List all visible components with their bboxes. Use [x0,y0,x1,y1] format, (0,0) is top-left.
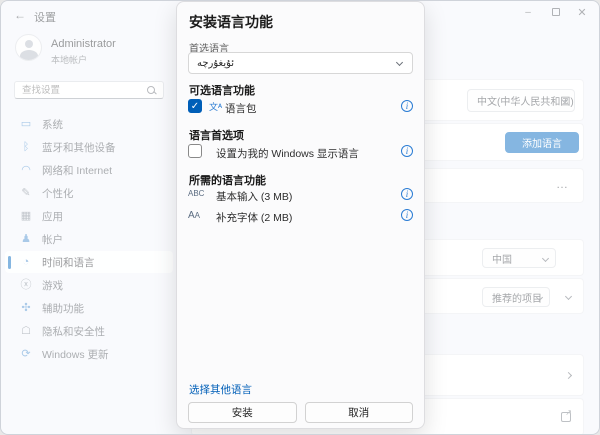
language-pack-label: 语言包 [225,101,257,116]
basic-typing-icon: ABC [188,189,204,198]
optional-features-heading: 可选语言功能 [189,82,255,98]
supplemental-fonts-row: AA 补充字体 (2 MB) i [188,207,414,225]
chevron-down-icon [396,59,403,66]
cancel-button[interactable]: 取消 [305,402,414,423]
info-icon[interactable]: i [401,145,413,157]
info-icon[interactable]: i [401,100,413,112]
preferred-language-dropdown[interactable]: ئۇيغۇرچە [188,52,413,74]
language-pack-checkbox[interactable]: ✓ [188,99,202,113]
choose-other-language-link[interactable]: 选择其他语言 [189,382,252,397]
settings-window: ← 设置 – ✕ Administrator 本地帐户 系统 蓝牙和其他设备 [0,0,600,435]
preferred-language-value: ئۇيغۇرچە [197,58,234,69]
install-button[interactable]: 安装 [188,402,297,423]
font-glyph-large: A [188,210,195,221]
language-pack-row: ✓ 文ᴬ 语言包 i [188,98,414,116]
info-icon[interactable]: i [401,188,413,200]
basic-typing-label: 基本输入 (3 MB) [216,189,292,204]
supplemental-fonts-icon: AA [188,210,200,221]
language-pack-icon: 文ᴬ [209,100,222,113]
dialog-buttons: 安装 取消 [188,402,413,423]
supplemental-fonts-label: 补充字体 (2 MB) [216,210,292,225]
basic-typing-row: ABC 基本输入 (3 MB) i [188,186,414,204]
dialog-title: 安装语言功能 [189,12,273,32]
info-icon[interactable]: i [401,209,413,221]
display-language-checkbox[interactable] [188,144,202,158]
display-language-row: 设置为我的 Windows 显示语言 i [188,143,414,161]
language-preferences-heading: 语言首选项 [189,127,244,143]
font-glyph-small: A [195,211,200,220]
install-language-dialog: 安装语言功能 首选语言 ئۇيغۇرچە 可选语言功能 ✓ 文ᴬ 语言包 i 语… [176,1,425,429]
display-language-label: 设置为我的 Windows 显示语言 [216,146,359,161]
